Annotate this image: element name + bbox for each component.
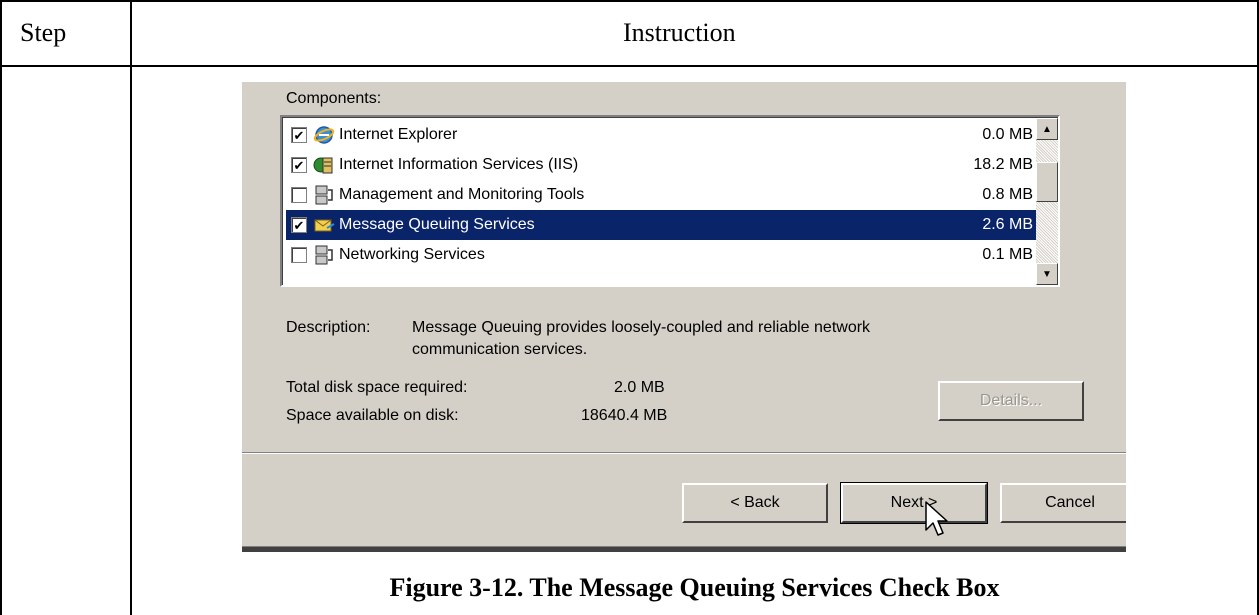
list-item-label: Internet Information Services (IIS) [339, 156, 579, 173]
next-button[interactable]: Next > [840, 482, 988, 524]
list-item-size: 2.6 MB [982, 216, 1033, 233]
description-text-line2: communication services. [412, 341, 588, 358]
table-column-divider [130, 0, 132, 615]
total-space-label: Total disk space required: [286, 379, 468, 396]
table-header-divider [0, 65, 1259, 67]
tools-icon [315, 185, 333, 205]
back-button[interactable]: < Back [682, 483, 828, 523]
list-item-size: 18.2 MB [973, 156, 1033, 173]
list-item-size: 0.0 MB [982, 126, 1033, 143]
scroll-up-button[interactable]: ▲ [1036, 118, 1058, 140]
checkbox[interactable]: ✔ [291, 217, 307, 233]
list-item[interactable]: Networking Services 0.1 MB [286, 240, 1037, 270]
table-left-border [0, 0, 2, 615]
arrow-up-icon: ▲ [1042, 123, 1052, 135]
table-top-border [0, 0, 1259, 2]
list-item-size: 0.1 MB [982, 246, 1033, 263]
list-item-size: 0.8 MB [982, 186, 1033, 203]
step-column-header: Step [20, 18, 67, 47]
internet-explorer-icon [313, 126, 335, 144]
checkbox[interactable]: ✔ [291, 157, 307, 173]
scroll-down-button[interactable]: ▼ [1036, 263, 1058, 285]
cancel-button[interactable]: Cancel [1000, 483, 1126, 523]
available-space-label: Space available on disk: [286, 407, 459, 424]
arrow-down-icon: ▼ [1042, 268, 1052, 280]
checkbox[interactable] [291, 187, 307, 203]
vertical-scrollbar[interactable]: ▲ ▼ [1036, 118, 1058, 285]
details-button[interactable]: Details... [938, 381, 1084, 421]
components-label: Components: [286, 90, 382, 107]
list-item-label: Message Queuing Services [339, 216, 535, 233]
checkbox[interactable]: ✔ [291, 127, 307, 143]
list-item[interactable]: ✔ Internet Explorer 0.0 MB [286, 120, 1037, 150]
networking-icon [315, 245, 333, 265]
description-text-line1: Message Queuing provides loosely-coupled… [412, 319, 871, 336]
mouse-cursor-icon [925, 501, 948, 536]
list-item-label: Networking Services [339, 246, 485, 263]
list-item-selected[interactable]: ✔ Message Queuing Services 2.6 MB [286, 210, 1037, 240]
windows-components-dialog: Components: ✔ Internet Explorer 0.0 MB ✔ [242, 82, 1126, 552]
figure-caption: Figure 3-12. The Message Queuing Service… [389, 573, 1000, 602]
available-space-value: 18640.4 MB [581, 407, 668, 424]
instruction-column-header: Instruction [623, 18, 736, 47]
list-item[interactable]: ✔ Internet Information Services (IIS) 18… [286, 150, 1037, 180]
total-space-value: 2.0 MB [614, 379, 665, 396]
checkbox[interactable] [291, 247, 307, 263]
components-listbox[interactable]: ✔ Internet Explorer 0.0 MB ✔ Internet In… [280, 115, 1060, 287]
list-item[interactable]: Management and Monitoring Tools 0.8 MB [286, 180, 1037, 210]
list-item-label: Internet Explorer [339, 126, 458, 143]
scroll-thumb[interactable] [1036, 162, 1058, 202]
button-area-separator [242, 452, 1126, 454]
list-item-label: Management and Monitoring Tools [339, 186, 585, 203]
description-label: Description: [286, 319, 371, 336]
iis-icon [313, 157, 333, 174]
dialog-bottom-edge [242, 546, 1126, 552]
message-queuing-icon [314, 219, 335, 232]
